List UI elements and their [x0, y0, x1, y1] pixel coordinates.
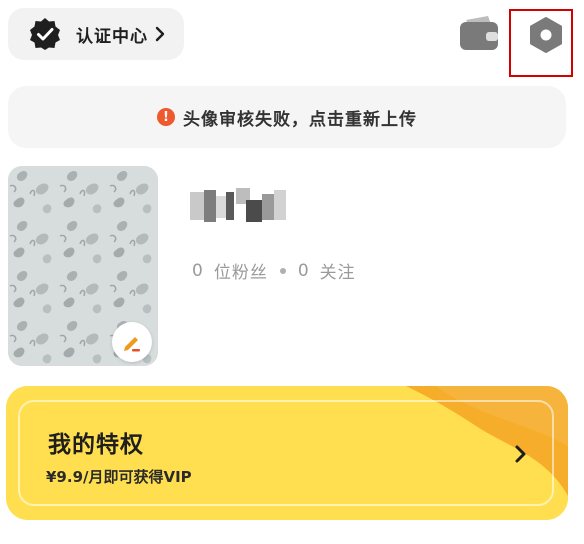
wallet-icon[interactable]: [458, 14, 500, 52]
warning-icon: !: [157, 108, 175, 126]
edit-avatar-button[interactable]: [112, 322, 152, 362]
verification-center-label: 认证中心: [76, 26, 148, 47]
following-count: 0: [297, 260, 310, 281]
followers-label[interactable]: 位粉丝: [214, 258, 268, 283]
followers-count: 0: [192, 260, 204, 281]
profile-stats: 0 位粉丝 0 关注: [192, 258, 356, 284]
username-pixelated: [188, 186, 292, 226]
chevron-right-icon: [155, 26, 165, 42]
verified-badge-icon: [30, 18, 60, 50]
chevron-right-icon[interactable]: [514, 444, 528, 464]
pencil-icon: [124, 337, 140, 352]
verification-center-button[interactable]: 认证中心: [8, 8, 184, 60]
vip-title: 我的特权: [48, 432, 144, 458]
following-label[interactable]: 关注: [320, 258, 356, 283]
settings-icon[interactable]: [527, 16, 565, 54]
avatar-review-failed-banner[interactable]: ! 头像审核失败，点击重新上传: [8, 86, 566, 148]
banner-text: 头像审核失败，点击重新上传: [183, 109, 417, 130]
separator-dot: [279, 267, 286, 274]
vip-subtitle: ¥9.9/月即可获得VIP: [46, 468, 192, 486]
